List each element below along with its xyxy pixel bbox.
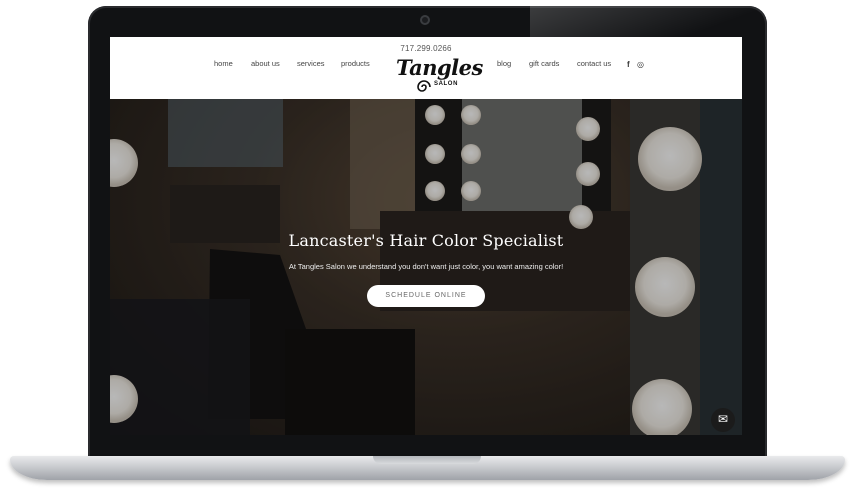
laptop-base-notch <box>373 456 481 464</box>
site-logo[interactable]: Tangles SALON <box>394 53 483 97</box>
nav-item-products[interactable]: products <box>341 59 370 68</box>
hero-title: Lancaster's Hair Color Specialist <box>288 231 564 250</box>
logo-wordmark: Tangles <box>396 55 483 80</box>
logo-swirl-icon <box>417 80 431 92</box>
nav-item-about-us[interactable]: about us <box>251 59 280 68</box>
mail-icon[interactable]: ✉ <box>711 408 735 432</box>
hero-section: Lancaster's Hair Color Specialist At Tan… <box>110 99 742 435</box>
webcam-icon <box>420 15 430 25</box>
hero-subtitle: At Tangles Salon we understand you don't… <box>288 262 564 271</box>
facebook-icon[interactable]: f <box>627 60 630 69</box>
instagram-icon[interactable]: ◎ <box>637 60 644 69</box>
schedule-online-button[interactable]: SCHEDULE ONLINE <box>367 285 485 307</box>
nav-item-home[interactable]: home <box>214 59 233 68</box>
site-header: 717.299.0266 home about us services prod… <box>110 37 742 99</box>
logo-subtext: SALON <box>434 81 458 87</box>
nav-item-contact-us[interactable]: contact us <box>577 59 611 68</box>
laptop-screen: 717.299.0266 home about us services prod… <box>110 37 742 435</box>
phone-number[interactable]: 717.299.0266 <box>110 44 742 53</box>
nav-item-gift-cards[interactable]: gift cards <box>529 59 559 68</box>
nav-item-services[interactable]: services <box>297 59 325 68</box>
nav-item-blog[interactable]: blog <box>497 59 511 68</box>
